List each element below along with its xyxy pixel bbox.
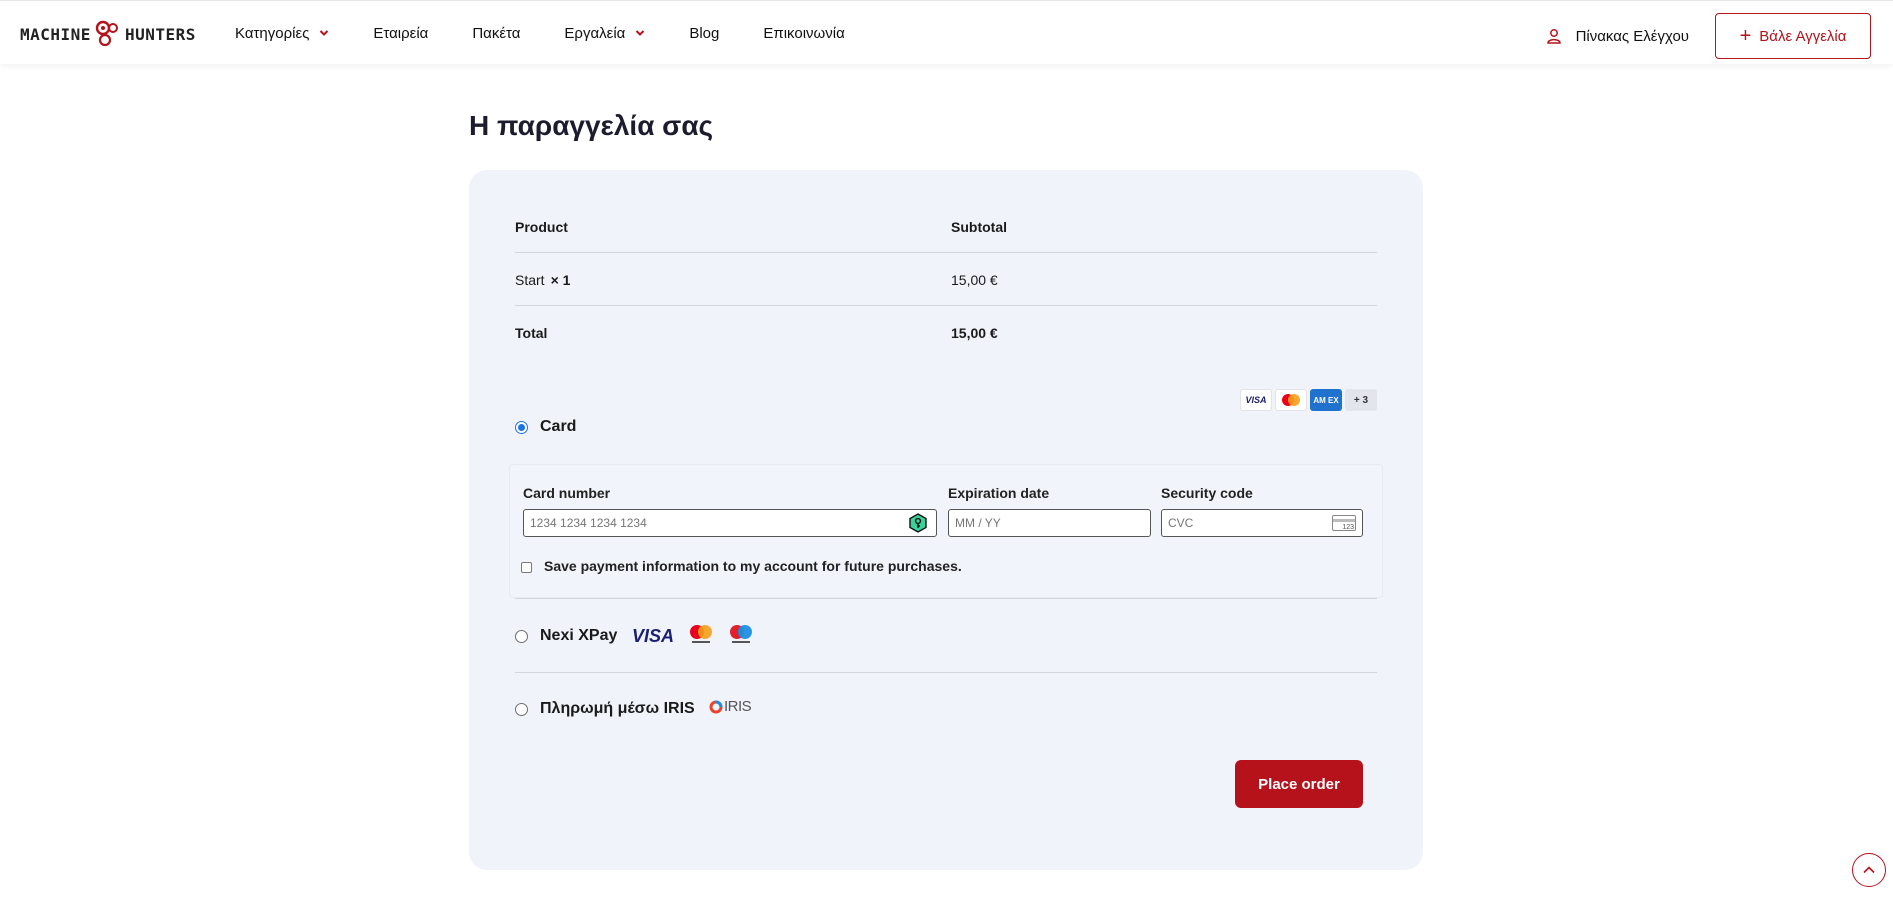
site-logo[interactable]: MACHINE HUNTERS — [20, 19, 196, 49]
nav-item-company[interactable]: Εταιρεία — [373, 25, 428, 42]
amex-icon: AM EX — [1310, 389, 1342, 411]
cvc-icon-text: 123 — [1342, 524, 1354, 531]
divider — [515, 598, 1377, 599]
nav-item-label: Εταιρεία — [373, 24, 429, 42]
card-number-placeholder: 1234 1234 1234 1234 — [530, 516, 647, 530]
table-header-row: Product Subtotal — [515, 200, 1377, 253]
nexi-visa-logo: VISA — [632, 626, 675, 646]
mastercard-icon — [1275, 389, 1307, 411]
chevron-up-icon — [1863, 866, 1875, 874]
more-brands-badge: + 3 — [1345, 389, 1377, 411]
card-option-label[interactable]: Card — [540, 418, 576, 436]
column-header-subtotal: Subtotal — [951, 219, 1007, 235]
total-label: Total — [515, 325, 548, 341]
dashboard-label: Πίνακας Ελέγχου — [1575, 27, 1689, 45]
scroll-to-top-button[interactable] — [1852, 853, 1886, 887]
place-order-button[interactable]: Place order — [1235, 760, 1363, 808]
card-number-input[interactable]: 1234 1234 1234 1234 — [523, 509, 937, 537]
chevron-down-icon — [320, 30, 329, 36]
total-row: Total 15,00 € — [515, 306, 1377, 359]
iris-ring-icon — [709, 700, 723, 713]
divider — [515, 672, 1377, 673]
logo-text-left: MACHINE — [20, 24, 91, 44]
nav-item-label: Πακέτα — [472, 24, 521, 42]
nav-item-contact[interactable]: Επικοινωνία — [763, 25, 844, 42]
order-review-panel: Product Subtotal Start × 1 15,00 € Total … — [469, 170, 1423, 870]
card-radio[interactable] — [515, 421, 528, 434]
cvc-card-icon: 123 — [1332, 515, 1356, 531]
column-header-product: Product — [515, 219, 568, 235]
product-qty: × 1 — [550, 272, 571, 288]
save-payment-checkbox[interactable] — [521, 562, 532, 573]
cvc-input[interactable]: CVC 123 — [1161, 509, 1363, 537]
autofill-key-icon[interactable] — [908, 513, 928, 533]
iris-logo: IRIS — [709, 698, 752, 715]
header-actions: Πίνακας Ελέγχου + Βάλε Αγγελία — [1546, 13, 1871, 59]
nav-item-tools[interactable]: Εργαλεία — [564, 25, 645, 42]
nav-item-categories[interactable]: Κατηγορίες — [235, 25, 329, 42]
dashboard-link[interactable]: Πίνακας Ελέγχου — [1546, 28, 1689, 45]
nexi-option-label[interactable]: Nexi XPay — [540, 627, 617, 645]
cvc-label: Security code — [1161, 485, 1253, 501]
order-table: Product Subtotal Start × 1 15,00 € Total … — [515, 200, 1377, 359]
post-ad-label: Βάλε Αγγελία — [1759, 27, 1847, 45]
page-title: Η παραγγελία σας — [469, 110, 714, 141]
nexi-radio[interactable] — [515, 630, 528, 643]
maestro-icon — [730, 625, 752, 643]
user-icon — [1546, 29, 1561, 44]
expiry-input[interactable]: MM / YY — [948, 509, 1151, 537]
visa-icon: VISA — [1240, 389, 1272, 411]
chevron-down-icon — [636, 30, 645, 36]
logo-text-right: HUNTERS — [124, 24, 196, 44]
product-subtotal: 15,00 € — [951, 272, 998, 288]
cvc-placeholder: CVC — [1168, 516, 1194, 530]
plus-icon: + — [1739, 25, 1752, 47]
nav-item-blog[interactable]: Blog — [689, 25, 719, 42]
nav-item-label: Κατηγορίες — [235, 24, 310, 42]
iris-radio[interactable] — [515, 703, 528, 716]
nav-item-label: Εργαλεία — [564, 24, 626, 42]
card-number-label: Card number — [523, 485, 611, 501]
gears-icon — [95, 20, 118, 47]
product-cell: Start × 1 — [515, 272, 570, 288]
nav-item-label: Blog — [689, 24, 720, 42]
post-ad-button[interactable]: + Βάλε Αγγελία — [1715, 13, 1871, 59]
iris-option-label[interactable]: Πληρωμή μέσω IRIS — [540, 700, 695, 718]
save-payment-label[interactable]: Save payment information to my account f… — [544, 558, 962, 574]
table-row: Start × 1 15,00 € — [515, 253, 1377, 306]
product-name: Start — [515, 272, 545, 288]
card-form: Card number 1234 1234 1234 1234 Expirati… — [509, 464, 1383, 598]
expiry-label: Expiration date — [948, 485, 1050, 501]
iris-logo-text: IRIS — [724, 698, 752, 715]
mastercard-icon — [690, 625, 712, 643]
main-nav: Κατηγορίες Εταιρεία Πακέτα Εργαλεία Blog… — [235, 1, 889, 65]
nav-item-packages[interactable]: Πακέτα — [472, 25, 520, 42]
site-header: MACHINE HUNTERS Κατηγορίες Εταιρεία Πακέ… — [0, 0, 1893, 64]
expiry-placeholder: MM / YY — [955, 516, 1001, 530]
total-value: 15,00 € — [951, 325, 998, 341]
card-brand-logos: VISA AM EX + 3 — [1237, 389, 1377, 411]
nav-item-label: Επικοινωνία — [763, 24, 845, 42]
